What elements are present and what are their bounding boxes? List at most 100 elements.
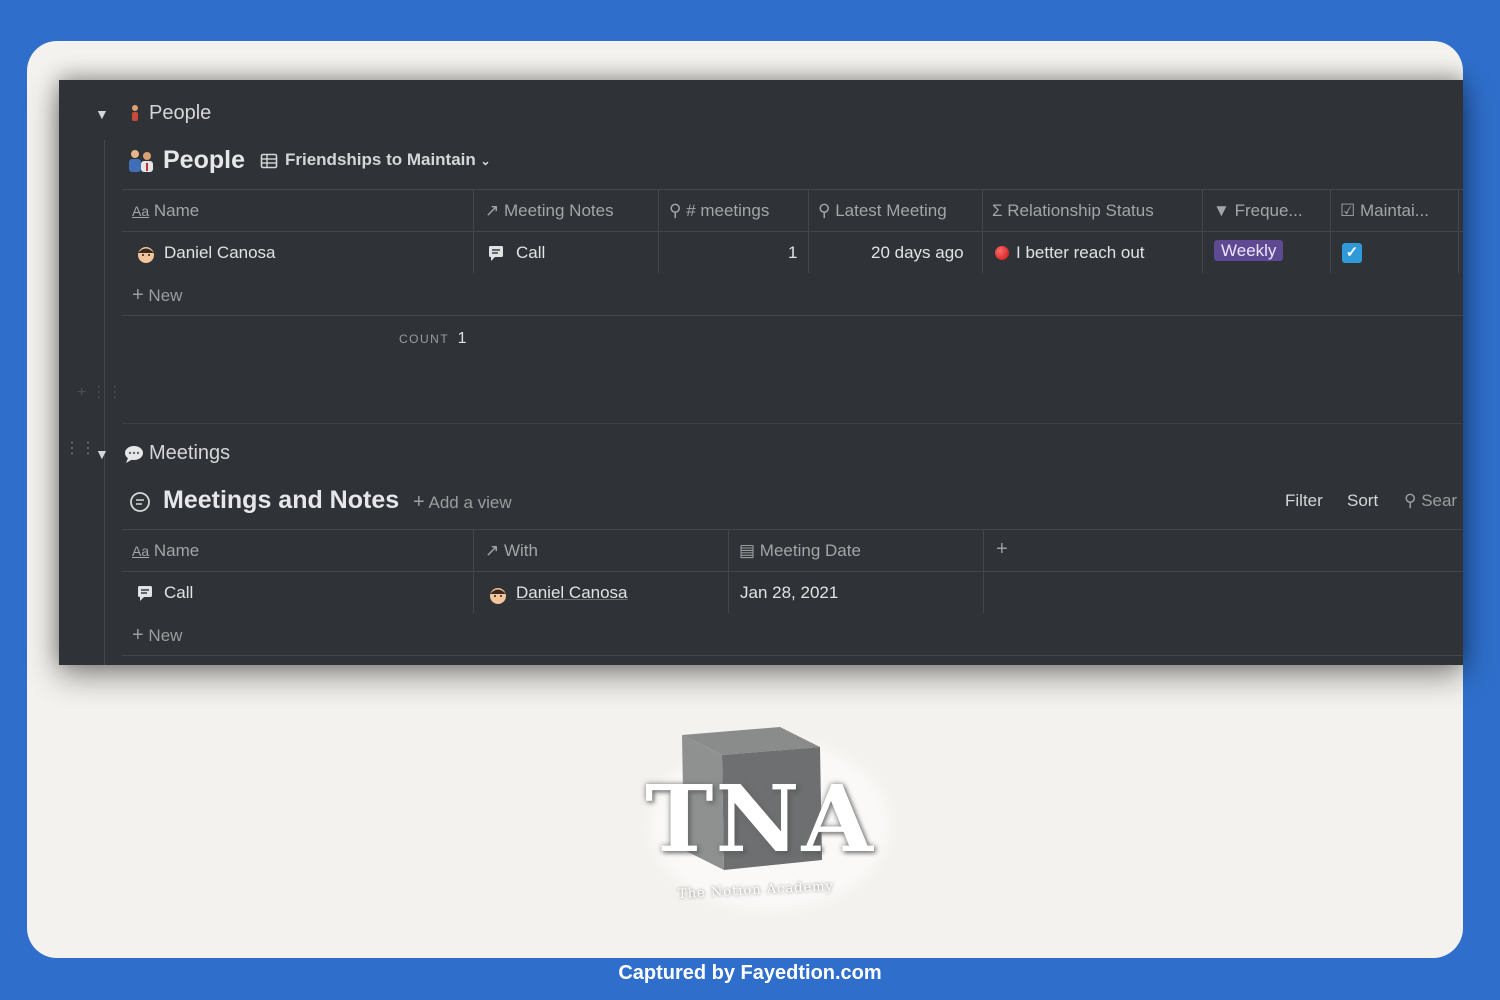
new-row-button[interactable]: + New bbox=[132, 284, 182, 307]
view-name: Friendships to Maintain bbox=[285, 150, 476, 169]
checkbox-property-icon: ☑ bbox=[1340, 201, 1356, 220]
formula-sigma-icon: Σ bbox=[992, 201, 1003, 220]
plus-icon: + bbox=[132, 624, 144, 646]
col-divider bbox=[808, 189, 809, 273]
column-header-label: Name bbox=[153, 201, 200, 220]
column-header-meeting-notes[interactable]: ↗ Meeting Notes bbox=[485, 201, 614, 221]
latest-meeting-cell[interactable]: 20 days ago bbox=[871, 243, 964, 263]
header-bottom-border bbox=[122, 231, 1463, 232]
relationship-status-cell[interactable]: I better reach out bbox=[1016, 243, 1145, 263]
text-property-icon: Aa bbox=[132, 203, 150, 219]
column-header-label: Meeting Notes bbox=[503, 201, 614, 220]
toggle-arrow-icon[interactable]: ▼ bbox=[95, 106, 109, 122]
frequency-cell[interactable]: Weekly bbox=[1214, 240, 1284, 261]
add-property-plus-icon[interactable]: + bbox=[996, 538, 1008, 561]
meeting-notes-cell[interactable]: Call bbox=[516, 243, 545, 263]
plus-icon: + bbox=[413, 491, 425, 513]
column-header-latest-meeting[interactable]: ⚲ Latest Meeting bbox=[818, 201, 947, 221]
sort-button[interactable]: Sort bbox=[1347, 491, 1378, 511]
count-label: COUNT bbox=[399, 332, 450, 346]
column-header-label: Freque... bbox=[1234, 201, 1303, 220]
col-divider bbox=[1330, 189, 1331, 273]
column-header-name[interactable]: Aa Name bbox=[132, 541, 199, 561]
view-selector[interactable]: Friendships to Maintain ⌄ bbox=[285, 150, 491, 170]
plus-icon: + bbox=[132, 284, 144, 306]
column-header-label: Name bbox=[153, 541, 200, 560]
header-bottom-border bbox=[122, 571, 1463, 572]
column-header-label: With bbox=[503, 541, 538, 560]
header-top-border bbox=[122, 529, 1463, 530]
person-face-icon bbox=[488, 585, 508, 605]
block-handle-icon[interactable]: + ⋮⋮ bbox=[77, 382, 123, 402]
maintain-checkbox[interactable]: ✓ bbox=[1342, 243, 1362, 263]
col-divider bbox=[1202, 189, 1203, 273]
relation-arrow-icon: ↗ bbox=[485, 541, 500, 560]
toggle-indent-line bbox=[104, 480, 105, 665]
column-header-frequency[interactable]: ▼ Freque... bbox=[1213, 201, 1303, 221]
column-header-label: Latest Meeting bbox=[835, 201, 947, 220]
new-row-label: New bbox=[148, 626, 183, 645]
meeting-name-cell[interactable]: Call bbox=[164, 583, 193, 603]
column-header-label: Relationship Status bbox=[1007, 201, 1154, 220]
toggle-arrow-icon[interactable]: ▼ bbox=[95, 446, 109, 462]
with-person-cell[interactable]: Daniel Canosa bbox=[516, 583, 628, 603]
column-header-label: # meetings bbox=[686, 201, 770, 220]
text-property-icon: Aa bbox=[132, 543, 150, 559]
table-view-icon bbox=[260, 152, 278, 170]
person-face-icon bbox=[136, 244, 156, 264]
column-header-meetings-count[interactable]: ⚲ # meetings bbox=[669, 201, 769, 221]
col-divider bbox=[473, 189, 474, 273]
checkmark-icon: ✓ bbox=[1345, 244, 1359, 261]
meetings-db-title[interactable]: Meetings and Notes bbox=[163, 486, 399, 515]
col-divider bbox=[1458, 189, 1459, 273]
meetings-count-cell[interactable]: 1 bbox=[788, 243, 797, 263]
footer-caption: Captured by Fayedtion.com bbox=[618, 962, 882, 984]
col-divider bbox=[658, 189, 659, 273]
person-name-cell[interactable]: Daniel Canosa bbox=[164, 243, 276, 263]
people-db-title[interactable]: People bbox=[163, 146, 245, 175]
toggle-indent-line bbox=[104, 140, 105, 490]
column-header-with[interactable]: ↗ With bbox=[485, 541, 538, 561]
new-row-label: New bbox=[148, 286, 183, 305]
column-header-relationship-status[interactable]: Σ Relationship Status bbox=[992, 201, 1154, 221]
column-header-maintain[interactable]: ☑ Maintai... bbox=[1340, 201, 1429, 221]
new-row-button[interactable]: + New bbox=[132, 624, 182, 647]
person-emoji-icon bbox=[129, 104, 141, 124]
filter-button[interactable]: Filter bbox=[1285, 491, 1323, 511]
drag-handle-icon[interactable]: ⋮⋮ bbox=[64, 441, 96, 457]
search-icon: ⚲ bbox=[1404, 491, 1417, 510]
speech-bubble-icon bbox=[123, 444, 145, 464]
section-divider bbox=[122, 423, 1463, 424]
col-divider bbox=[728, 529, 729, 613]
count-calculation[interactable]: COUNT 1 bbox=[399, 330, 467, 348]
relation-arrow-icon: ↗ bbox=[485, 201, 500, 220]
table-bottom-border bbox=[122, 315, 1463, 316]
search-icon: ⚲ bbox=[669, 201, 682, 220]
logo-letters: TNA bbox=[645, 765, 875, 873]
search-button[interactable]: ⚲ Sear bbox=[1404, 491, 1457, 511]
chevron-down-icon: ⌄ bbox=[480, 154, 491, 168]
meetings-toggle-title[interactable]: Meetings bbox=[149, 442, 230, 465]
column-header-name[interactable]: Aa Name bbox=[132, 201, 199, 221]
header-top-border bbox=[122, 189, 1463, 190]
column-header-meeting-date[interactable]: ▤ Meeting Date bbox=[739, 541, 861, 561]
tna-logo: TNA The Notion Academy bbox=[640, 725, 900, 920]
col-divider bbox=[983, 529, 984, 613]
column-header-label: Maintai... bbox=[1359, 201, 1429, 220]
people-toggle-title[interactable]: People bbox=[149, 102, 211, 125]
select-icon: ▼ bbox=[1213, 201, 1230, 220]
chat-icon bbox=[129, 491, 151, 513]
count-value: 1 bbox=[457, 330, 467, 347]
col-divider bbox=[982, 189, 983, 273]
notion-screenshot: ▼ People People Friendships to Maintain … bbox=[59, 80, 1463, 665]
people-db-icon bbox=[127, 148, 155, 174]
meeting-date-cell[interactable]: Jan 28, 2021 bbox=[740, 583, 838, 603]
add-view-button[interactable]: + Add a view bbox=[413, 491, 512, 514]
add-view-label: Add a view bbox=[428, 493, 512, 512]
search-label: Sear bbox=[1421, 491, 1458, 510]
table-bottom-border bbox=[122, 655, 1463, 656]
frequency-tag: Weekly bbox=[1214, 240, 1284, 261]
red-circle-icon bbox=[995, 246, 1009, 265]
page-icon bbox=[136, 584, 154, 602]
page-icon bbox=[487, 244, 505, 262]
